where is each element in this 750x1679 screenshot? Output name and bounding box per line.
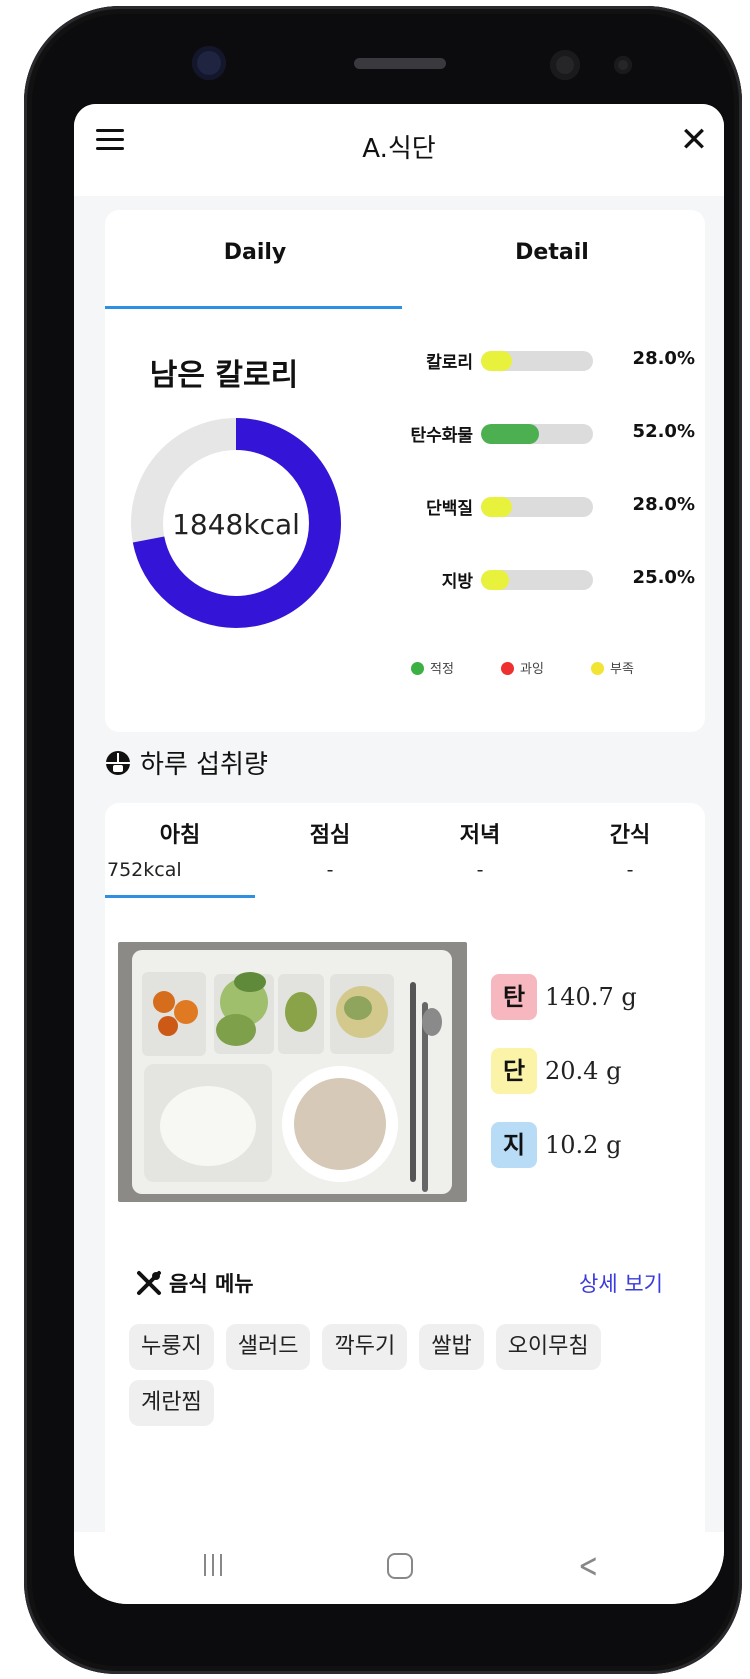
daily-intake-title: 하루 섭취량 (140, 750, 268, 780)
nutrient-name: 지방 (441, 572, 473, 592)
meal-photo[interactable] (118, 942, 467, 1202)
meal-kcal: 752kcal (107, 859, 182, 881)
food-chip[interactable]: 누룽지 (129, 1324, 214, 1370)
nutrient-percent: 28.0% (632, 494, 695, 515)
food-chip[interactable]: 쌀밥 (419, 1324, 484, 1370)
meal-intake-card: 아침 752kcal 점심 - 저녁 - 간식 - 탄 140.7 g 단 20… (105, 803, 705, 1603)
app-bar: A.식단 ✕ (74, 104, 724, 196)
system-navigation-bar: < (74, 1532, 724, 1604)
back-icon[interactable]: < (578, 1546, 598, 1586)
legend-item-excess: 과잉 (501, 660, 544, 680)
food-chip[interactable]: 샐러드 (225, 1324, 311, 1370)
nutrient-name: 단백질 (426, 499, 473, 519)
meal-kcal: - (476, 859, 484, 881)
macro-value: 140.7 g (545, 983, 637, 1011)
phone-frame: A.식단 ✕ Daily Detail 남은 칼로리 1848kcal 칼로리 … (24, 6, 742, 1674)
light-sensor (614, 56, 632, 74)
nutrient-percent: 28.0% (632, 348, 695, 369)
page-title: A.식단 (362, 134, 436, 164)
nutrient-row-protein: 단백질 28.0% (365, 491, 695, 521)
nutrient-bar-fill (481, 424, 540, 444)
food-menu-header: 음식 메뉴 (135, 1268, 254, 1298)
nutrient-percent: 52.0% (632, 421, 695, 442)
nutrient-bar (481, 497, 593, 517)
nutrient-row-calories: 칼로리 28.0% (365, 345, 695, 375)
macro-value: 10.2 g (545, 1131, 622, 1159)
food-menu-title: 음식 메뉴 (169, 1272, 254, 1296)
nutrient-percent: 25.0% (632, 567, 695, 588)
tab-daily[interactable]: Daily (105, 240, 405, 265)
nutrient-bar (481, 570, 593, 590)
legend-dot (591, 662, 604, 675)
tab-dinner[interactable]: 저녁 - (405, 817, 555, 881)
status-legend: 적정 과잉 부족 (411, 660, 711, 680)
calorie-summary-card: Daily Detail 남은 칼로리 1848kcal 칼로리 28.0% 탄… (105, 210, 705, 732)
macro-badge: 지 (491, 1122, 537, 1168)
macro-fat: 지 10.2 g (491, 1122, 621, 1170)
earpiece-speaker (354, 58, 446, 69)
meal-name: 간식 (609, 823, 651, 848)
meal-name: 아침 (159, 823, 201, 848)
nutrient-row-fat: 지방 25.0% (365, 564, 695, 594)
home-icon[interactable] (387, 1553, 413, 1579)
active-tab-indicator (105, 306, 402, 309)
nutrient-name: 칼로리 (426, 353, 473, 373)
nutrient-row-carbs: 탄수화물 52.0% (365, 418, 695, 448)
nutrient-bar-fill (481, 351, 513, 371)
fork-knife-icon (137, 1271, 161, 1295)
legend-label: 과잉 (520, 662, 544, 677)
tab-detail[interactable]: Detail (402, 240, 702, 265)
food-chip[interactable]: 계란찜 (129, 1380, 214, 1426)
legend-label: 적정 (430, 662, 454, 677)
macro-carbs: 탄 140.7 g (491, 974, 637, 1022)
meal-name: 저녁 (459, 823, 501, 848)
active-meal-indicator (105, 895, 255, 898)
macro-value: 20.4 g (545, 1057, 622, 1085)
proximity-sensor (550, 50, 580, 80)
remaining-calories-title: 남은 칼로리 (149, 358, 299, 393)
legend-item-lacking: 부족 (591, 660, 634, 680)
legend-dot (501, 662, 514, 675)
legend-dot (411, 662, 424, 675)
meal-name: 점심 (309, 823, 351, 848)
legend-item-adequate: 적정 (411, 660, 454, 680)
tab-breakfast[interactable]: 아침 752kcal (105, 817, 255, 881)
meal-kcal: - (326, 859, 334, 881)
legend-label: 부족 (610, 662, 634, 677)
macro-badge: 단 (491, 1048, 537, 1094)
app-screen: A.식단 ✕ Daily Detail 남은 칼로리 1848kcal 칼로리 … (74, 104, 724, 1604)
nutrient-bar (481, 424, 593, 444)
view-details-link[interactable]: 상세 보기 (579, 1268, 663, 1298)
front-camera (192, 46, 226, 80)
food-chip-list: 누룽지 샐러드 깍두기 쌀밥 오이무침계란찜 (129, 1324, 699, 1436)
tab-snack[interactable]: 간식 - (555, 817, 705, 881)
nutrient-bar-fill (481, 497, 513, 517)
meal-kcal: - (626, 859, 634, 881)
nutrient-name: 탄수화물 (410, 426, 473, 446)
tab-lunch[interactable]: 점심 - (255, 817, 405, 881)
macro-protein: 단 20.4 g (491, 1048, 621, 1096)
food-chip[interactable]: 깍두기 (322, 1324, 408, 1370)
close-icon[interactable]: ✕ (674, 120, 714, 160)
daily-intake-header: 하루 섭취량 (104, 744, 268, 784)
macro-badge: 탄 (491, 974, 537, 1020)
bowl-icon (106, 751, 130, 775)
nutrient-bar-fill (481, 570, 509, 590)
nutrient-bar (481, 351, 593, 371)
remaining-calories-value: 1848kcal (172, 508, 300, 541)
food-chip[interactable]: 오이무침 (495, 1324, 601, 1370)
recent-apps-icon[interactable] (204, 1554, 228, 1578)
